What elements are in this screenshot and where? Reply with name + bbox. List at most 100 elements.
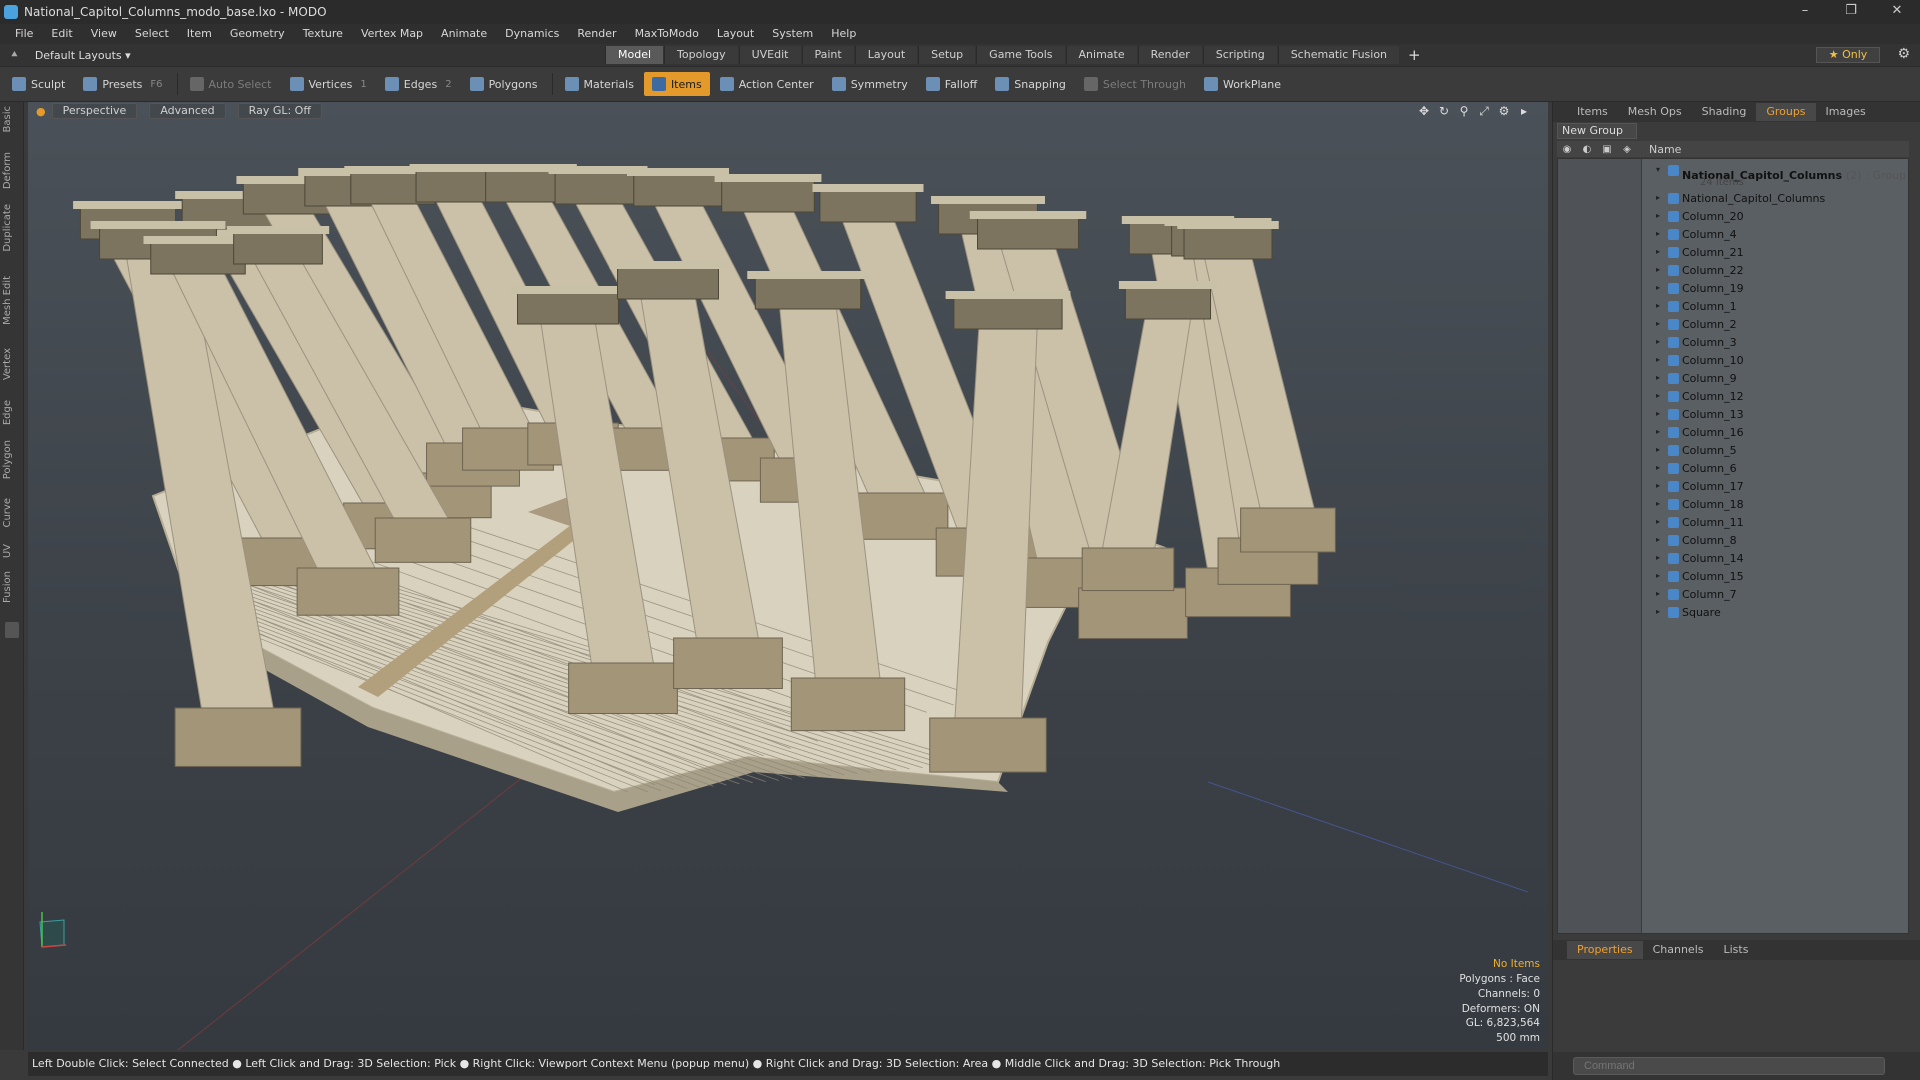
menu-item-vertex-map[interactable]: Vertex Map <box>352 24 432 44</box>
left-tab-duplicate[interactable]: Duplicate <box>2 204 13 252</box>
group-list[interactable]: ▾ National_Capitol_Columns (2) : Group 2… <box>1557 158 1909 934</box>
menu-item-render[interactable]: Render <box>568 24 625 44</box>
left-tab-deform[interactable]: Deform <box>2 152 13 189</box>
panel-tab-groups[interactable]: Groups <box>1756 103 1816 121</box>
menu-item-texture[interactable]: Texture <box>294 24 352 44</box>
menu-item-dynamics[interactable]: Dynamics <box>496 24 568 44</box>
shading-mode-dropdown[interactable]: Advanced <box>149 103 226 119</box>
expand-arrow-icon[interactable]: ▸ <box>1656 229 1660 238</box>
menu-item-view[interactable]: View <box>82 24 126 44</box>
expand-arrow-icon[interactable]: ▸ <box>1656 589 1660 598</box>
list-item[interactable]: ▸ Square <box>1558 603 1908 621</box>
menu-item-help[interactable]: Help <box>822 24 865 44</box>
tab-uvedit[interactable]: UVEdit <box>738 46 801 64</box>
materials-button[interactable]: Materials <box>557 72 642 96</box>
menu-item-system[interactable]: System <box>763 24 822 44</box>
eye-icon[interactable]: ◉ <box>1557 144 1577 155</box>
3d-viewport[interactable]: ● Perspective Advanced Ray GL: Off ✥ ↻ ⚲… <box>28 102 1548 1050</box>
tab-game-tools[interactable]: Game Tools <box>976 46 1065 64</box>
list-item[interactable]: ▸ Column_17 <box>1558 477 1908 495</box>
expand-arrow-icon[interactable]: ▸ <box>1656 283 1660 292</box>
menu-item-layout[interactable]: Layout <box>708 24 763 44</box>
layout-dropdown[interactable]: ⯅ Default Layouts ▾ <box>0 48 605 62</box>
expand-arrow-icon[interactable]: ▸ <box>1656 355 1660 364</box>
bottom-tab-properties[interactable]: Properties <box>1567 941 1643 959</box>
expand-arrow-icon[interactable]: ▸ <box>1656 373 1660 382</box>
left-tab-fusion[interactable]: Fusion <box>2 571 13 603</box>
add-tab-icon[interactable]: + <box>1400 46 1429 64</box>
left-tab-mesh-edit[interactable]: Mesh Edit <box>2 276 13 325</box>
list-item[interactable]: ▸ Column_1 <box>1558 297 1908 315</box>
left-tab-edge[interactable]: Edge <box>2 400 13 425</box>
list-item[interactable]: ▸ National_Capitol_Columns <box>1558 189 1908 207</box>
tab-scripting[interactable]: Scripting <box>1202 46 1277 64</box>
tab-setup[interactable]: Setup <box>918 46 976 64</box>
list-item[interactable]: ▸ Column_12 <box>1558 387 1908 405</box>
render-icon[interactable]: ◐ <box>1577 144 1597 155</box>
panel-tab-images[interactable]: Images <box>1816 103 1876 121</box>
list-item[interactable]: ▸ Column_8 <box>1558 531 1908 549</box>
list-item[interactable]: ▸ Column_7 <box>1558 585 1908 603</box>
list-item[interactable]: ▸ Column_14 <box>1558 549 1908 567</box>
expand-arrow-icon[interactable]: ▸ <box>1656 319 1660 328</box>
left-tab-vertex[interactable]: Vertex <box>2 348 13 380</box>
expand-arrow-icon[interactable]: ▸ <box>1656 553 1660 562</box>
lock-icon[interactable]: ▣ <box>1597 144 1617 155</box>
viewport-menu-icon[interactable]: ● <box>36 105 46 118</box>
list-item[interactable]: ▸ Column_16 <box>1558 423 1908 441</box>
panel-tab-shading[interactable]: Shading <box>1692 103 1757 121</box>
view-type-dropdown[interactable]: Perspective <box>51 103 138 119</box>
list-item[interactable]: ▸ Column_15 <box>1558 567 1908 585</box>
expand-arrow-icon[interactable]: ▸ <box>1656 301 1660 310</box>
only-button[interactable]: ★ Only <box>1816 47 1880 63</box>
polygons-button[interactable]: Polygons <box>462 72 546 96</box>
snapping-button[interactable]: Snapping <box>987 72 1074 96</box>
expand-arrow-icon[interactable]: ▸ <box>1656 193 1660 202</box>
expand-arrow-icon[interactable]: ▸ <box>1656 427 1660 436</box>
bottom-tab-channels[interactable]: Channels <box>1643 941 1714 959</box>
bottom-tab-lists[interactable]: Lists <box>1714 941 1759 959</box>
presets-button[interactable]: Presets F6 <box>75 72 170 96</box>
list-item[interactable]: ▸ Column_20 <box>1558 207 1908 225</box>
action-center-button[interactable]: Action Center <box>712 72 822 96</box>
gear-icon[interactable]: ⚙ <box>1897 46 1910 62</box>
menu-item-geometry[interactable]: Geometry <box>221 24 294 44</box>
tab-layout[interactable]: Layout <box>854 46 918 64</box>
collapse-arrow-icon[interactable]: ▾ <box>1656 165 1660 174</box>
menu-item-select[interactable]: Select <box>126 24 178 44</box>
list-item[interactable]: ▸ Column_6 <box>1558 459 1908 477</box>
auto-select-button[interactable]: Auto Select <box>182 72 280 96</box>
command-input[interactable] <box>1573 1057 1885 1075</box>
move-view-icon[interactable]: ✥ <box>1414 104 1434 119</box>
menu-item-item[interactable]: Item <box>178 24 221 44</box>
select-icon[interactable]: ◈ <box>1617 144 1637 155</box>
expand-arrow-icon[interactable]: ▸ <box>1656 571 1660 580</box>
left-tab-curve[interactable]: Curve <box>2 498 13 528</box>
list-item[interactable]: ▸ Column_2 <box>1558 315 1908 333</box>
list-item[interactable]: ▸ Column_5 <box>1558 441 1908 459</box>
list-item[interactable]: ▸ Column_9 <box>1558 369 1908 387</box>
close-button[interactable]: ✕ <box>1874 0 1920 24</box>
expand-arrow-icon[interactable]: ▸ <box>1656 535 1660 544</box>
expand-arrow-icon[interactable]: ▸ <box>1656 211 1660 220</box>
maximize-button[interactable]: ❐ <box>1828 0 1874 24</box>
expand-arrow-icon[interactable]: ▸ <box>1656 499 1660 508</box>
panel-tab-items[interactable]: Items <box>1567 103 1618 121</box>
tab-animate[interactable]: Animate <box>1065 46 1137 64</box>
left-tab-basic[interactable]: Basic <box>2 106 13 132</box>
menu-item-file[interactable]: File <box>6 24 42 44</box>
symmetry-button[interactable]: Symmetry <box>824 72 916 96</box>
list-item[interactable]: ▸ Column_19 <box>1558 279 1908 297</box>
expand-arrow-icon[interactable]: ▸ <box>1656 265 1660 274</box>
toggle-panel-icon[interactable] <box>5 622 19 638</box>
raygl-toggle[interactable]: Ray GL: Off <box>237 103 322 119</box>
list-item[interactable]: ▸ Column_13 <box>1558 405 1908 423</box>
expand-arrow-icon[interactable]: ▸ <box>1656 481 1660 490</box>
expand-arrow-icon[interactable]: ▸ <box>1656 391 1660 400</box>
more-arrow-icon[interactable]: ▸ <box>1514 104 1534 119</box>
falloff-button[interactable]: Falloff <box>918 72 985 96</box>
expand-arrow-icon[interactable]: ▸ <box>1656 607 1660 616</box>
list-item[interactable]: ▸ Column_4 <box>1558 225 1908 243</box>
tab-topology[interactable]: Topology <box>664 46 738 64</box>
minimize-button[interactable]: – <box>1782 0 1828 24</box>
